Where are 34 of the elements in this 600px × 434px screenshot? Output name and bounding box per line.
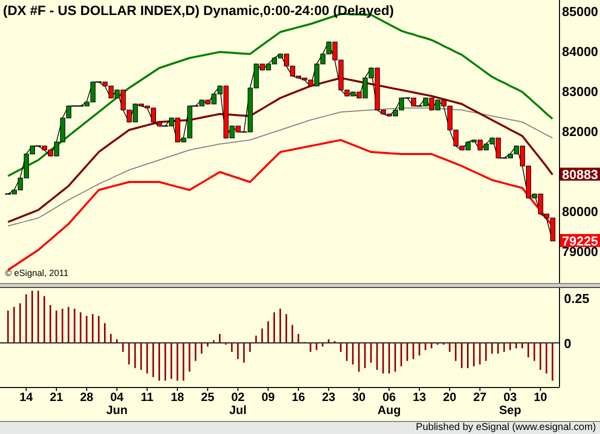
- axis-label: 27: [473, 390, 487, 404]
- axis-label: 85000: [562, 4, 598, 19]
- month-label: Aug: [377, 403, 401, 417]
- month-label: Sep: [499, 403, 522, 417]
- axis-label: 20: [442, 390, 456, 404]
- chart-title: (DX #F - US DOLLAR INDEX,D) Dynamic,0:00-24:00 (Delayed): [3, 3, 394, 18]
- axis-label: 03: [503, 390, 517, 404]
- axis-label: 04: [110, 390, 124, 404]
- axis-label: 02: [231, 390, 245, 404]
- axis-label: 80000: [562, 204, 598, 219]
- axis-label: 13: [412, 390, 426, 404]
- axis-label: 18: [170, 390, 184, 404]
- axis-label: 06: [382, 390, 396, 404]
- axis-label: 14: [19, 390, 33, 404]
- axis-label: 83000: [562, 84, 598, 99]
- axis-label: 10: [534, 390, 548, 404]
- publisher-credit: Published by eSignal (www.esignal.com): [416, 422, 596, 434]
- axis-label: 0.25: [564, 290, 590, 306]
- last-price-tag: 80883: [560, 167, 600, 182]
- month-label: Jul: [229, 403, 247, 417]
- axis-label: 30: [352, 390, 366, 404]
- axis-label: 09: [261, 390, 275, 404]
- axis-label: 23: [322, 390, 336, 404]
- axis-label: 16: [292, 390, 306, 404]
- axis-label: 0: [564, 336, 572, 351]
- month-label: Jun: [106, 403, 128, 417]
- axis-label: 82000: [562, 124, 598, 139]
- copyright-text: © eSignal, 2011: [5, 268, 69, 278]
- last-price-tag: 79225: [560, 234, 600, 248]
- axis-label: 28: [80, 390, 94, 404]
- axis-label: 25: [200, 390, 214, 404]
- axis-label: 21: [50, 390, 64, 404]
- axis-label: 11: [140, 390, 154, 404]
- axis-label: 84000: [562, 44, 598, 59]
